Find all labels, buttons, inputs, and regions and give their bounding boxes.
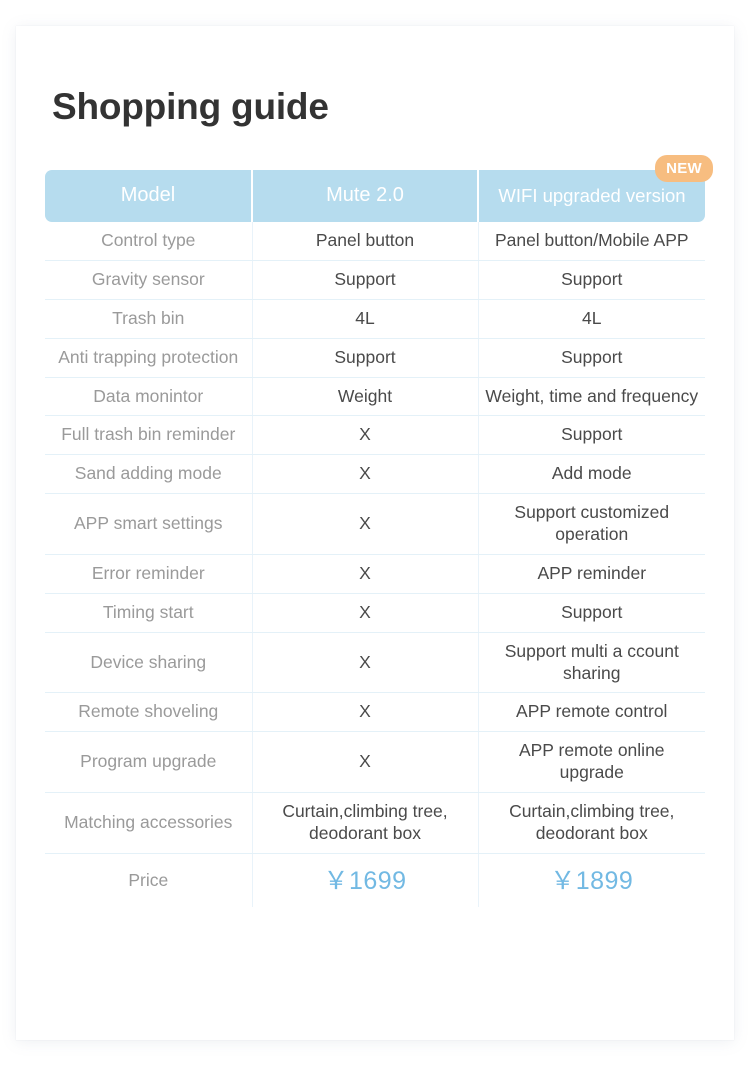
cell-mute: X	[251, 554, 478, 594]
cell-mute: 4L	[251, 299, 478, 339]
table-row: Trash bin 4L 4L	[45, 299, 705, 339]
table-row: Gravity sensor Support Support	[45, 260, 705, 300]
cell-mute: Weight	[251, 377, 478, 417]
table-row: Price ￥1699 ￥1899	[45, 853, 705, 907]
row-label: APP smart settings	[45, 493, 252, 555]
cell-wifi: Support	[477, 415, 705, 456]
cell-mute: X	[251, 593, 478, 633]
cell-wifi: 4L	[477, 299, 705, 339]
cell-mute: Support	[251, 260, 478, 300]
cell-wifi: APP remote control	[477, 692, 705, 733]
cell-wifi: Support	[477, 593, 705, 633]
shopping-guide-card: Shopping guide Model Mute 2.0 WIFI upgra…	[16, 26, 734, 1040]
spec-table-wrapper: Model Mute 2.0 WIFI upgraded version NEW…	[45, 155, 713, 907]
cell-wifi: Support customized operation	[477, 493, 705, 555]
row-label: Price	[128, 870, 169, 891]
comparison-table: Model Mute 2.0 WIFI upgraded version NEW…	[45, 155, 713, 907]
row-label: Gravity sensor	[45, 260, 252, 300]
cell-wifi: Support	[477, 338, 705, 378]
table-row: APP smart settings X Support customized op…	[45, 493, 705, 555]
cell-mute: Panel button	[251, 222, 478, 261]
table-body: Control type Panel button Panel button/Mob…	[45, 222, 705, 907]
column-header-mute: Mute 2.0	[251, 170, 478, 222]
table-row: Remote shoveling X APP remote control	[45, 692, 705, 733]
table-row: Program upgrade X APP remote online upgrad…	[45, 731, 705, 793]
cell-wifi: Curtain,climbing tree, deodorant box	[477, 792, 705, 854]
page-title: Shopping guide	[52, 86, 329, 127]
table-row: Device sharing X Support multi a ccount sh…	[45, 632, 705, 694]
table-row: Data monintor Weight Weight, time and freq…	[45, 377, 705, 417]
cell-wifi: Support	[477, 260, 705, 300]
table-row: Timing start X Support	[45, 593, 705, 633]
cell-mute: Curtain,climbing tree, deodorant box	[251, 792, 478, 854]
table-row: Error reminder X APP reminder	[45, 554, 705, 594]
cell-mute: ￥1699	[251, 853, 478, 907]
new-badge: NEW	[655, 155, 713, 182]
row-label: Trash bin	[45, 299, 252, 339]
row-label: Anti trapping protection	[45, 338, 252, 378]
table-row: Sand adding mode X Add mode	[45, 454, 705, 495]
row-label: Matching accessories	[45, 792, 252, 854]
cell-mute: X	[251, 415, 478, 456]
cell-mute: X	[251, 632, 478, 694]
row-label: Program upgrade	[45, 731, 252, 793]
row-label: Sand adding mode	[45, 454, 252, 495]
cell-mute: X	[251, 493, 478, 555]
column-header-model: Model	[45, 170, 252, 222]
cell-wifi: Support multi a ccount sharing	[477, 632, 705, 694]
cell-mute: Support	[251, 338, 478, 378]
column-header-wifi: WIFI upgraded version NEW	[477, 155, 713, 222]
row-label: Full trash bin reminder	[45, 415, 252, 456]
row-label: Timing start	[45, 593, 252, 633]
cell-wifi: APP reminder	[477, 554, 705, 594]
cell-wifi: Add mode	[477, 454, 705, 495]
table-row: Control type Panel button Panel button/Mob…	[45, 222, 705, 261]
row-label: Control type	[45, 222, 252, 261]
row-label: Error reminder	[45, 554, 252, 594]
table-row: Anti trapping protection Support Support	[45, 338, 705, 378]
cell-mute: X	[251, 454, 478, 495]
table-row: Full trash bin reminder X Support	[45, 415, 705, 456]
cell-wifi: Weight, time and frequency	[477, 377, 705, 417]
cell-wifi: ￥1899	[477, 853, 705, 907]
cell-wifi: APP remote online upgrade	[477, 731, 705, 793]
cell-wifi: Panel button/Mobile APP	[477, 222, 705, 261]
cell-mute: X	[251, 731, 478, 793]
table-header-row: Model Mute 2.0 WIFI upgraded version NEW	[45, 155, 713, 222]
table-row: Matching accessories Curtain,climbing tre…	[45, 792, 705, 854]
row-label: Remote shoveling	[45, 692, 252, 733]
row-label: Device sharing	[45, 632, 252, 694]
cell-mute: X	[251, 692, 478, 733]
column-header-wifi-label: WIFI upgraded version	[498, 185, 686, 207]
table-header: Model Mute 2.0 WIFI upgraded version NEW	[45, 155, 713, 222]
row-label: Data monintor	[45, 377, 252, 417]
